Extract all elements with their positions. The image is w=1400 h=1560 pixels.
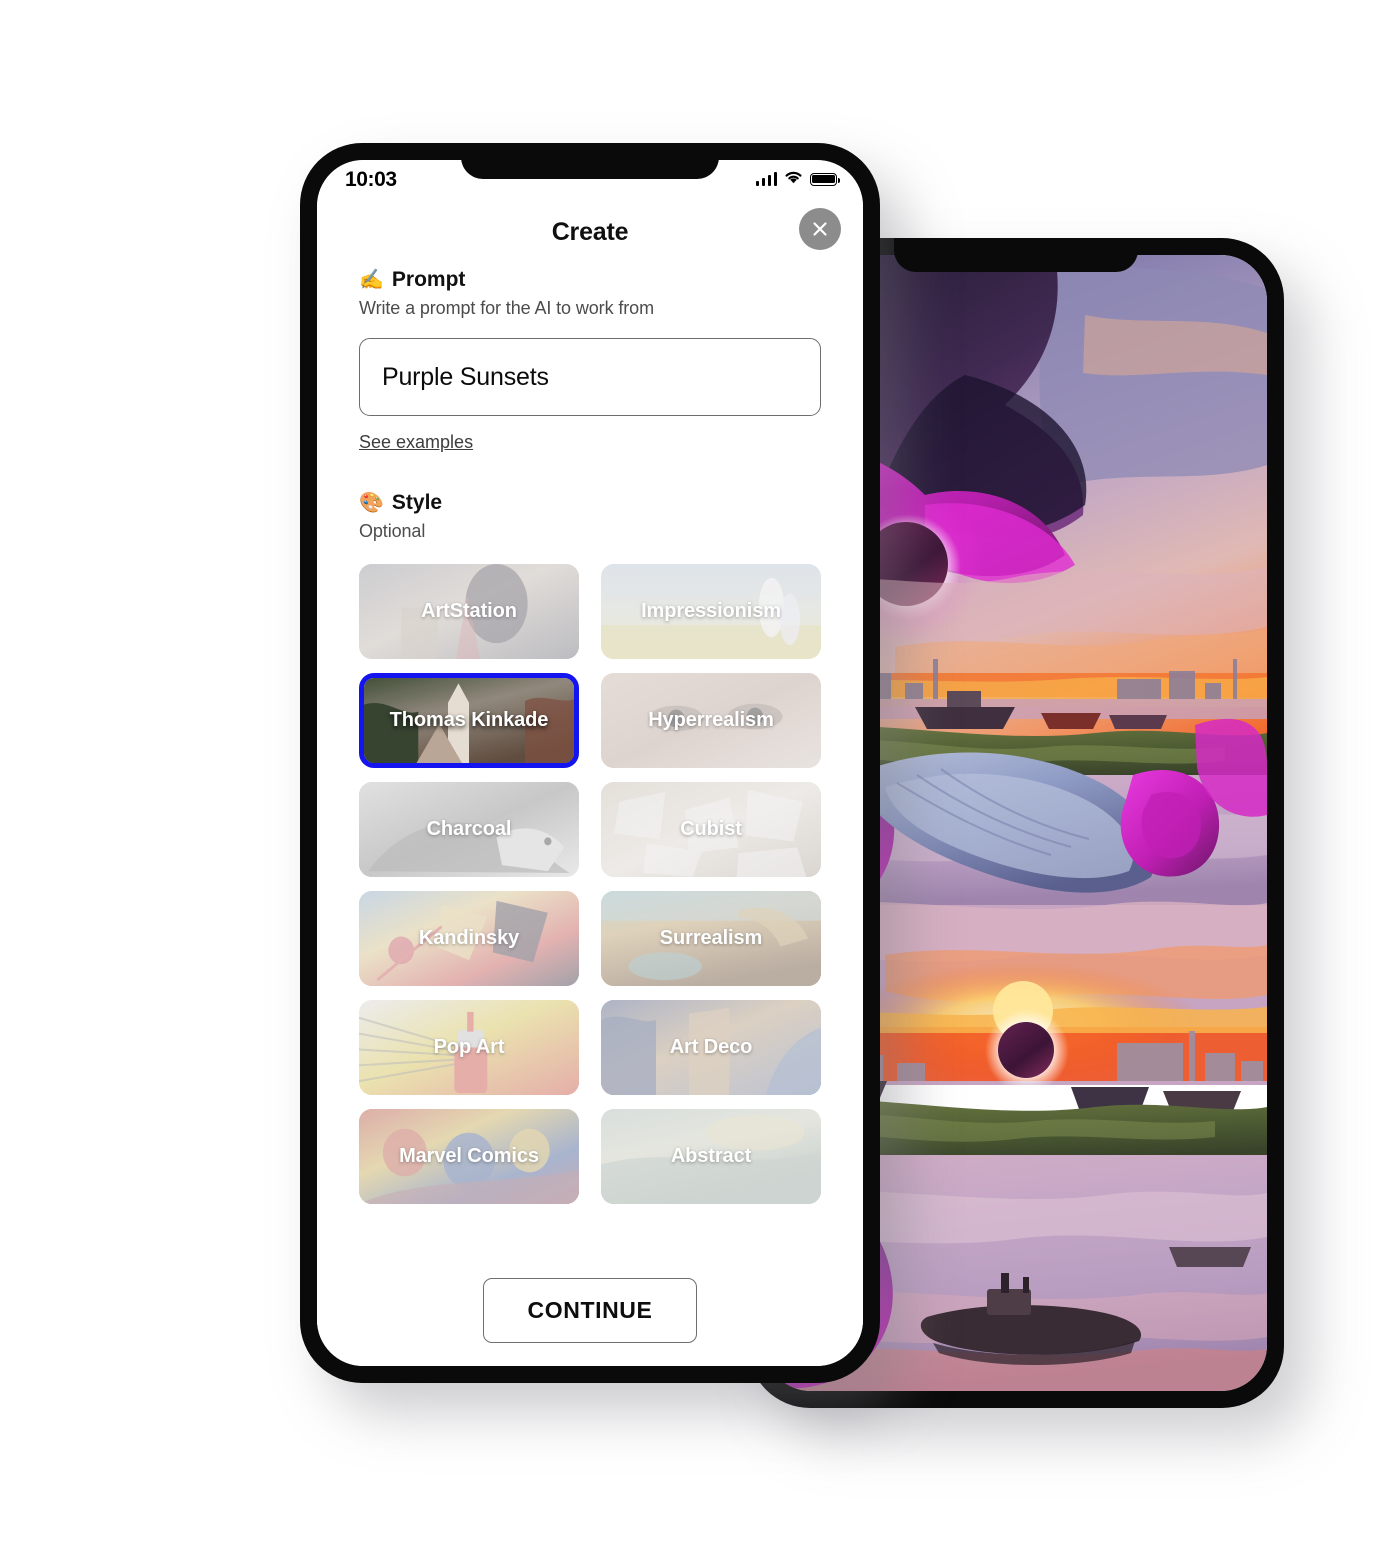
page-title: Create: [551, 217, 629, 246]
status-time: 10:03: [345, 167, 397, 191]
style-card-kandinsky[interactable]: Kandinsky: [359, 891, 579, 987]
style-label: Style: [391, 491, 443, 515]
app-phone-screen: 10:03 Create ✍️ Prompt Write a prompt fo…: [317, 160, 863, 1366]
style-card-thomas-kinkade[interactable]: Thomas Kinkade: [359, 673, 579, 769]
style-card-label: Cubist: [680, 818, 742, 841]
style-card-label: Charcoal: [426, 818, 512, 841]
app-footer: CONTINUE: [317, 1254, 863, 1366]
style-card-label: Abstract: [670, 1145, 752, 1168]
style-subtitle: Optional: [359, 521, 426, 542]
wifi-icon: [784, 170, 803, 189]
prompt-label: Prompt: [391, 268, 466, 291]
screenshot-canvas: 10:03 Create ✍️ Prompt Write a prompt fo…: [0, 0, 1400, 1560]
style-card-label: ArtStation: [421, 600, 517, 623]
create-form: ✍️ Prompt Write a prompt for the AI to w…: [317, 268, 863, 1254]
see-examples-link[interactable]: See examples: [359, 432, 473, 453]
style-card-label: Kandinsky: [418, 927, 520, 950]
style-card-charcoal[interactable]: Charcoal: [359, 782, 579, 878]
create-screen: 10:03 Create ✍️ Prompt Write a prompt fo…: [317, 160, 863, 1366]
style-card-label: Impressionism: [641, 600, 781, 623]
app-phone-frame: 10:03 Create ✍️ Prompt Write a prompt fo…: [300, 143, 880, 1383]
battery-full-icon: [810, 172, 840, 186]
style-card-label: Pop Art: [433, 1036, 505, 1059]
style-section-title: 🎨 Style: [359, 491, 821, 514]
close-icon: [813, 222, 827, 236]
style-card-cubist[interactable]: Cubist: [601, 782, 821, 878]
prompt-input-value: Purple Sunsets: [382, 362, 549, 391]
status-icons: [755, 170, 840, 189]
style-card-label: Surrealism: [659, 927, 763, 950]
style-card-impressionism[interactable]: Impressionism: [601, 564, 821, 660]
close-button[interactable]: [799, 208, 841, 250]
style-card-pop-art[interactable]: Pop Art: [359, 1000, 579, 1096]
prompt-subtitle: Write a prompt for the AI to work from: [359, 298, 654, 319]
continue-button[interactable]: CONTINUE: [482, 1277, 698, 1343]
cellular-bars-icon: [755, 172, 777, 186]
style-card-artstation[interactable]: ArtStation: [359, 564, 579, 660]
prompt-section-title: ✍️ Prompt: [359, 268, 821, 291]
style-card-art-deco[interactable]: Art Deco: [601, 1000, 821, 1096]
style-card-surrealism[interactable]: Surrealism: [601, 891, 821, 987]
style-card-label: Marvel Comics: [399, 1145, 539, 1168]
prompt-input[interactable]: Purple Sunsets: [359, 338, 821, 417]
style-card-hyperrealism[interactable]: Hyperrealism: [601, 673, 821, 769]
palette-icon: 🎨: [359, 491, 384, 514]
writing-hand-icon: ✍️: [359, 268, 384, 291]
status-bar: 10:03: [317, 160, 863, 196]
style-grid: ArtStation Impressionism Thomas Kinkade Hyp…: [359, 564, 821, 1205]
style-card-abstract[interactable]: Abstract: [601, 1109, 821, 1205]
style-card-marvel-comics[interactable]: Marvel Comics: [359, 1109, 579, 1205]
style-card-label: Thomas Kinkade: [389, 709, 549, 732]
style-card-label: Art Deco: [669, 1036, 753, 1059]
style-card-label: Hyperrealism: [648, 709, 774, 732]
artwork-phone-notch: [894, 238, 1138, 272]
app-header: Create: [317, 196, 863, 268]
